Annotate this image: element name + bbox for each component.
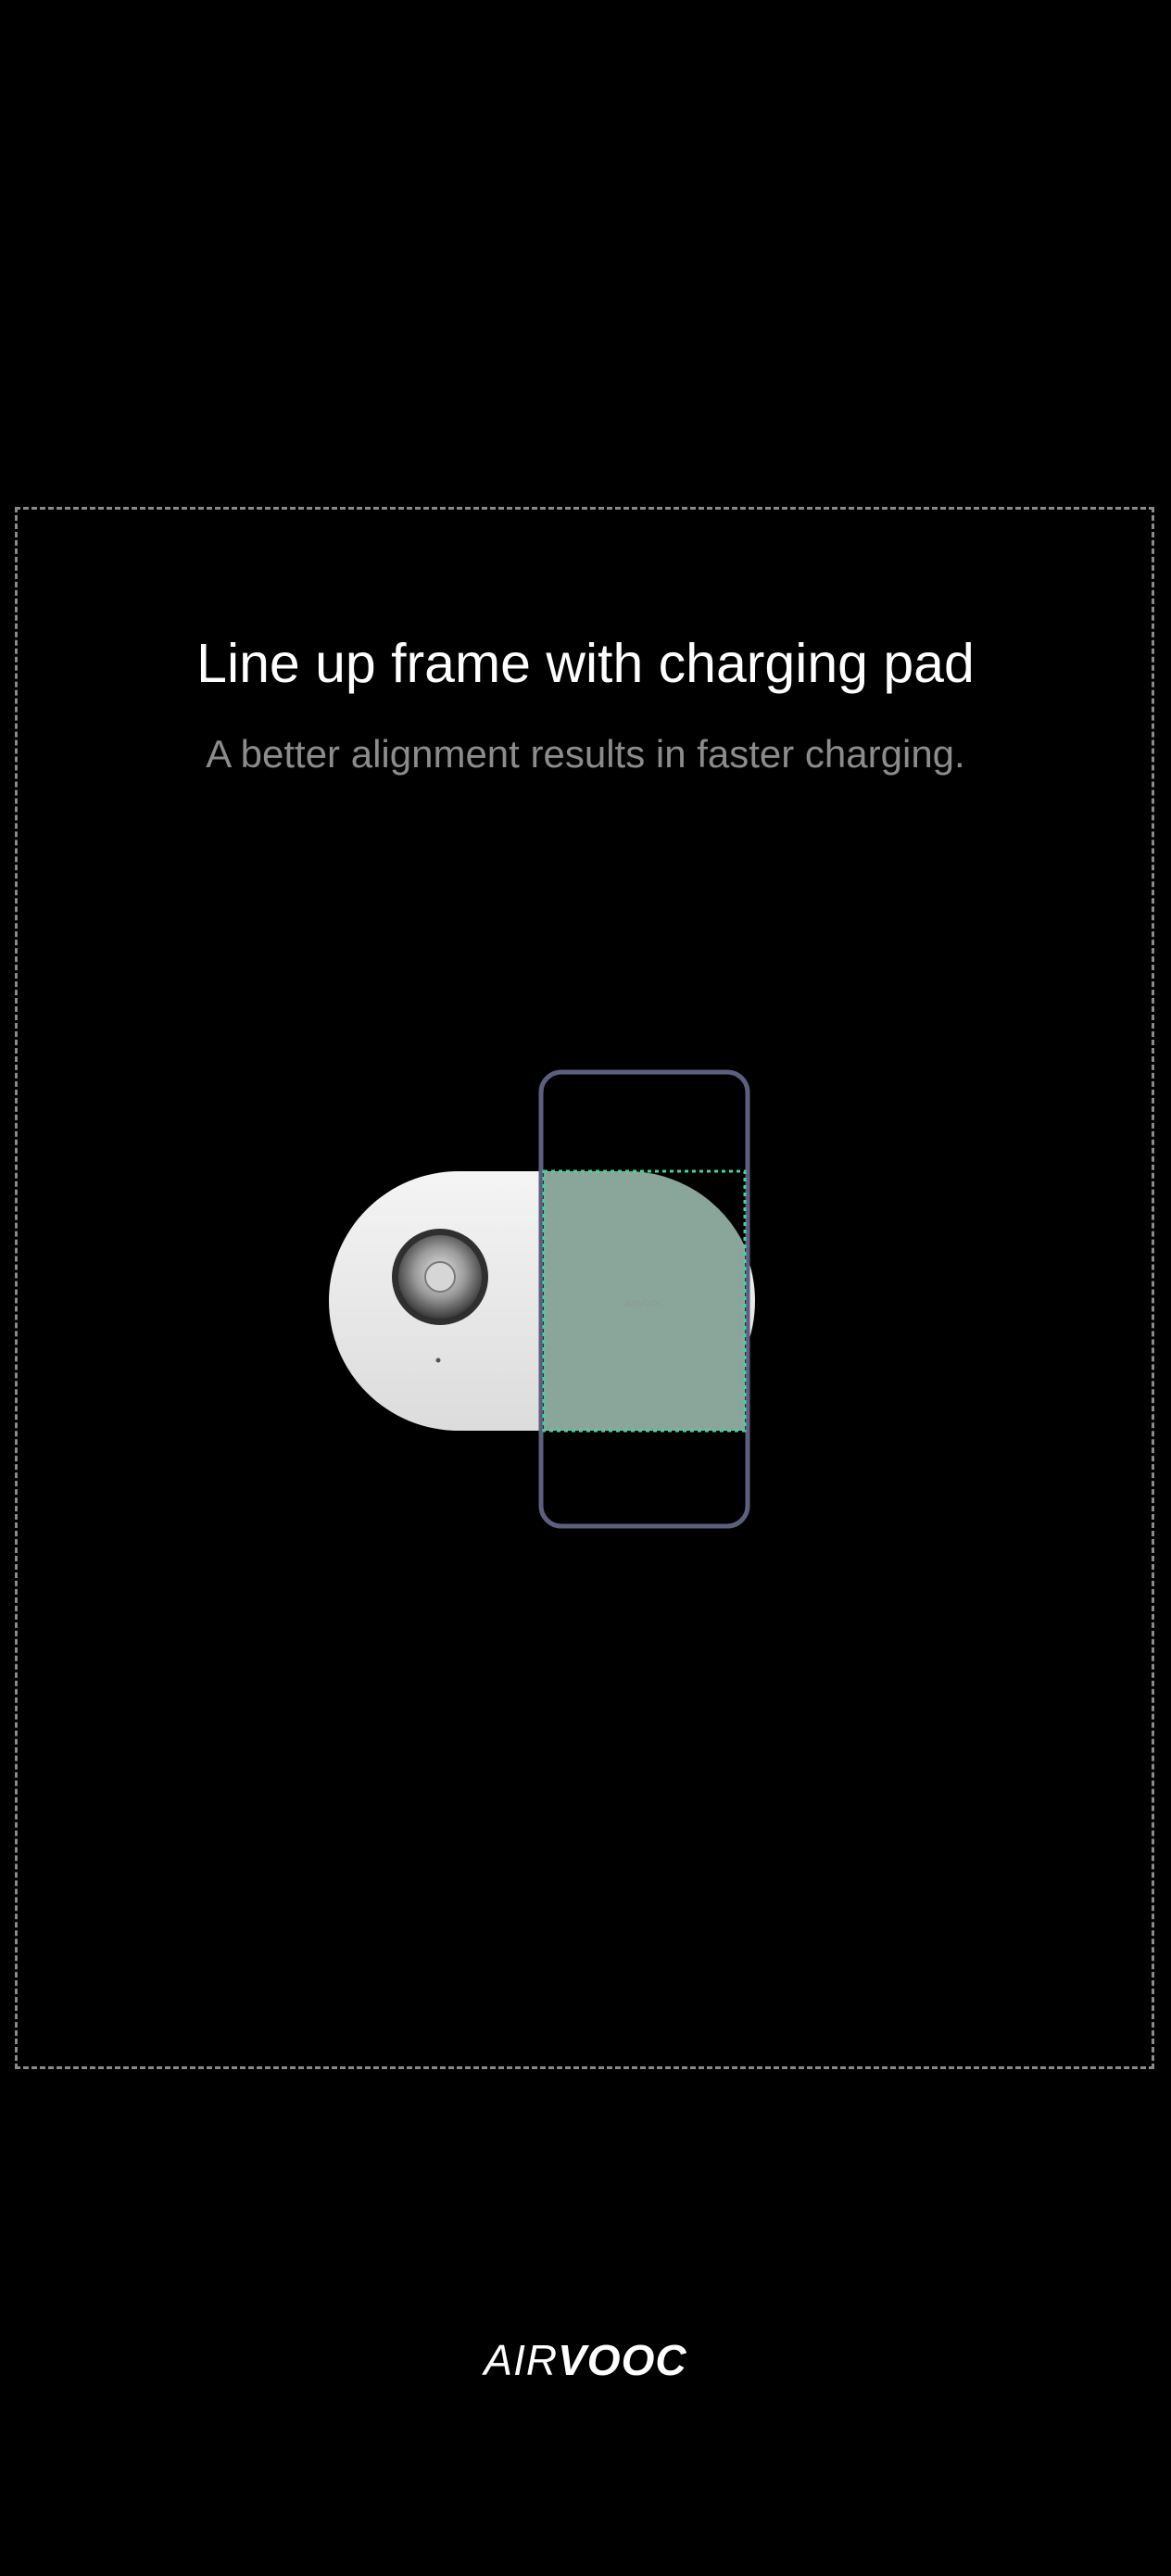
brand-vooc-text: VOOC (558, 2336, 687, 2384)
charger-alignment-illustration: AIRVOOC (324, 1066, 769, 1538)
airvooc-logo: AIRVOOC (0, 2335, 1171, 2385)
brand-air-text: AIR (484, 2336, 559, 2384)
charger-logo-mark: AIRVOOC (623, 1299, 663, 1308)
charger-illustration-svg: AIRVOOC (329, 1069, 755, 1529)
page-subtitle: A better alignment results in faster cha… (206, 732, 965, 776)
fan-knob-center (424, 1261, 456, 1293)
indicator-light (435, 1357, 441, 1363)
phone-side-button (746, 1121, 749, 1162)
page-title: Line up frame with charging pad (196, 633, 975, 694)
